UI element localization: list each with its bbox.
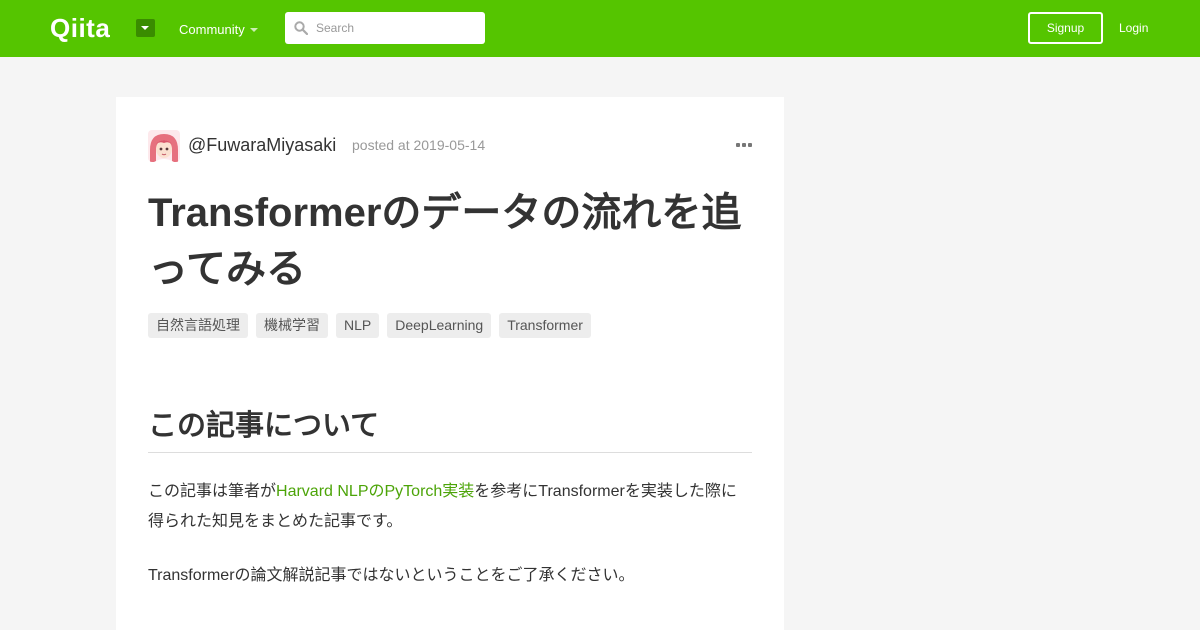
search-input[interactable] [316,12,481,44]
harvard-nlp-link[interactable]: Harvard NLPのPyTorch実装 [276,483,474,500]
search-icon [294,21,308,35]
heading-divider [148,452,752,453]
article-card [116,97,784,630]
logo-menu-dropdown-button[interactable] [136,19,155,37]
tag-list: 自然言語処理 機械学習 NLP DeepLearning Transformer [148,313,591,338]
tag-chip[interactable]: Transformer [499,313,591,338]
tag-chip[interactable]: DeepLearning [387,313,492,338]
global-header: Qiita Community Signup Login [0,0,1200,57]
tag-chip[interactable]: 自然言語処理 [148,313,248,338]
article-title: Transformerのデータの流れを追ってみる [148,191,742,291]
disclaimer-paragraph: Transformerの論文解説記事ではないということをご了承ください。 [148,567,635,584]
intro-text-before: この記事は筆者が [148,483,277,500]
tag-chip[interactable]: NLP [336,313,380,338]
signup-button[interactable]: Signup [1028,12,1103,44]
qiita-logo[interactable]: Qiita [50,15,110,41]
intro-paragraph: この記事は筆者がHarvard NLPのPyTorch実装を参考にTransfo… [148,477,752,537]
author-avatar[interactable] [148,130,180,162]
login-link[interactable]: Login [1119,20,1148,36]
more-options-icon[interactable] [736,141,752,149]
community-menu[interactable]: Community [179,22,245,38]
section-heading: この記事について [148,410,380,442]
author-username-link[interactable]: @FuwaraMiyasaki [188,135,336,155]
posted-date: posted at 2019-05-14 [352,137,486,153]
community-chevron-down-icon [250,28,258,32]
tag-chip[interactable]: 機械学習 [256,313,328,338]
